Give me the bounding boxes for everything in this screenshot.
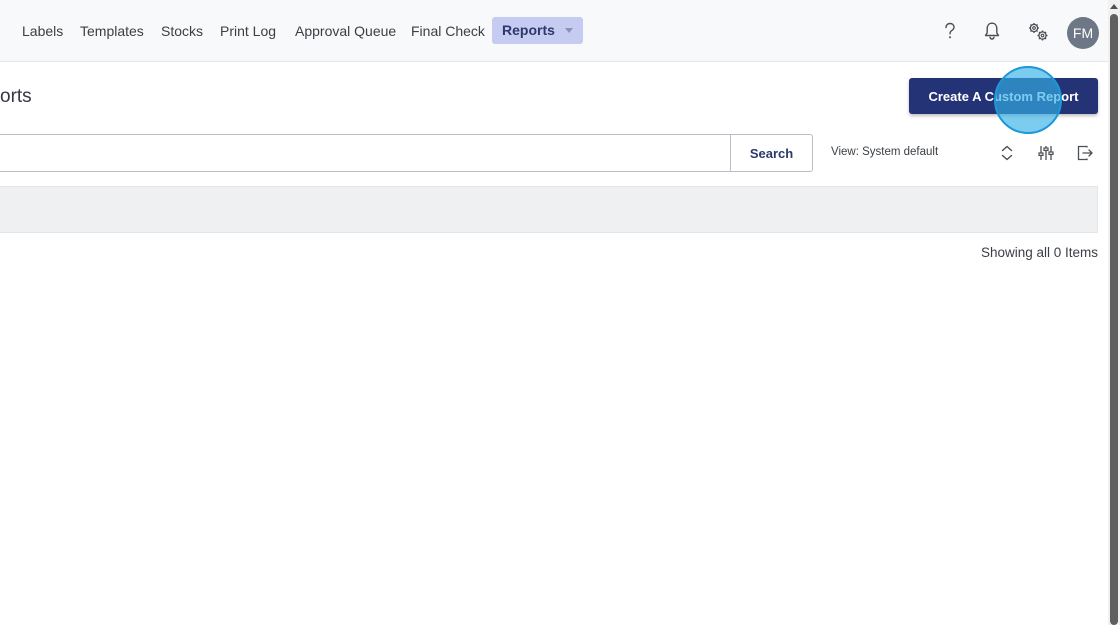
nav-item-final-check[interactable]: Final Check (411, 18, 485, 44)
view-selector[interactable]: View: System default (831, 146, 938, 158)
filter-sliders-icon[interactable] (1036, 143, 1056, 163)
sort-icon[interactable] (997, 143, 1017, 163)
nav-item-stocks[interactable]: Stocks (161, 18, 203, 44)
caret-down-icon (564, 27, 573, 33)
settings-gears-icon[interactable] (1026, 20, 1050, 44)
bell-icon[interactable] (981, 20, 1003, 42)
scrollbar-thumb[interactable] (1110, 14, 1118, 625)
page-title: orts (0, 86, 32, 107)
help-icon[interactable] (939, 20, 961, 42)
nav-item-reports-label: Reports (502, 22, 555, 38)
nav-item-print-log[interactable]: Print Log (220, 18, 276, 44)
results-count: Showing all 0 Items (980, 245, 1098, 260)
nav-item-reports[interactable]: Reports (492, 17, 583, 44)
scroll-up-arrow-icon[interactable] (1110, 4, 1118, 9)
top-navigation: Labels Templates Stocks Print Log Approv… (0, 0, 1108, 62)
nav-item-templates[interactable]: Templates (80, 18, 144, 44)
search-input[interactable] (0, 134, 732, 172)
table-header (0, 186, 1098, 233)
scrollbar[interactable] (1108, 0, 1120, 625)
export-icon[interactable] (1075, 143, 1095, 163)
create-custom-report-button[interactable]: Create A Custom Report (909, 78, 1098, 114)
nav-item-approval-queue[interactable]: Approval Queue (295, 18, 396, 44)
nav-item-labels[interactable]: Labels (22, 18, 63, 44)
search-button[interactable]: Search (730, 134, 813, 172)
user-avatar[interactable]: FM (1067, 17, 1099, 49)
